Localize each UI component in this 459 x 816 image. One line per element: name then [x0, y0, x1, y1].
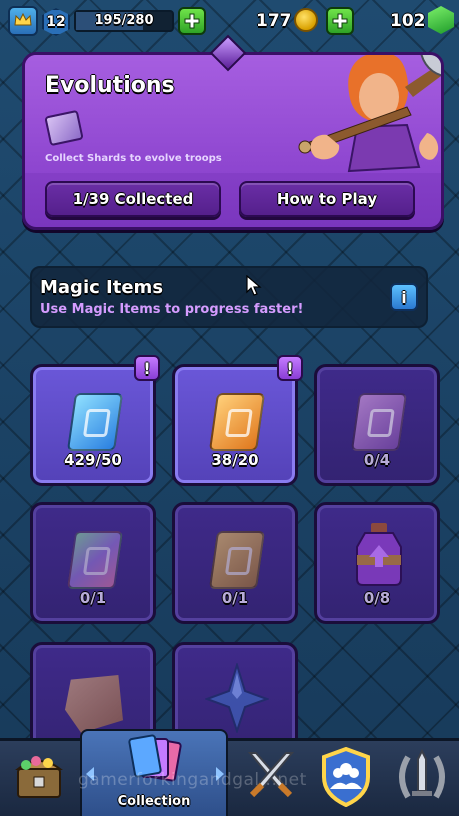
info-button[interactable]: i: [390, 283, 418, 311]
watermark-text: gamerforkingandgal...net: [78, 770, 307, 790]
evolutions-subtitle: Collect Shards to evolve troops: [45, 153, 222, 164]
xp-progress-text: 195/280: [94, 13, 154, 28]
magic-item-card-book-of-fortune[interactable]: 0/4: [314, 364, 440, 486]
gem-amount: 102: [390, 11, 426, 31]
xp-progress-bar: 195/280: [74, 10, 174, 32]
player-profile-button[interactable]: [8, 6, 38, 36]
magic-item-count: 429/50: [64, 451, 122, 469]
treasure-chest-icon: [15, 756, 63, 798]
magic-item-card-book-of-books[interactable]: 38/20: [172, 364, 298, 486]
valkyrie-character-art: [298, 55, 441, 173]
add-xp-button[interactable]: [178, 7, 206, 35]
magic-item-count: 0/8: [363, 589, 391, 607]
how-to-play-button[interactable]: How to Play: [239, 181, 415, 217]
evolutions-title: Evolutions: [45, 73, 175, 98]
info-icon: i: [401, 287, 407, 307]
wild-shard-icon: [65, 675, 123, 733]
plus-icon: [184, 13, 200, 29]
magic-item-count: 38/20: [211, 451, 259, 469]
collected-button[interactable]: 1/39 Collected: [45, 181, 221, 217]
magic-items-title: Magic Items: [40, 277, 164, 298]
nav-label-collection: Collection: [117, 794, 191, 809]
plus-icon: [332, 13, 348, 29]
nav-tab-events[interactable]: [384, 741, 459, 816]
magic-items-subtitle: Use Magic Items to progress faster!: [40, 302, 304, 317]
magic-item-count: 0/1: [79, 589, 107, 607]
gold-amount: 177: [256, 11, 292, 31]
gem-icon: [428, 6, 454, 34]
magic-item-card-book-of-gold[interactable]: 0/1: [172, 502, 298, 624]
crown-icon: [14, 13, 32, 26]
magic-item-card-book-of-rainbow[interactable]: 0/1: [30, 502, 156, 624]
nav-tab-shop[interactable]: [0, 741, 76, 816]
book-of-rainbow-icon: [66, 531, 124, 589]
magic-item-count: 0/1: [221, 589, 249, 607]
clan-shield-icon: [322, 747, 370, 807]
book-of-fortune-icon: [350, 393, 408, 451]
elixir-bottle-icon: [356, 523, 402, 586]
alert-badge: !: [134, 355, 160, 381]
add-gold-button[interactable]: [326, 7, 354, 35]
book-of-cards-icon: [66, 393, 124, 451]
mouse-cursor-icon: [246, 275, 262, 296]
magic-item-card-book-of-cards[interactable]: 429/50: [30, 364, 156, 486]
book-of-gold-icon: [208, 531, 266, 589]
nav-tab-social[interactable]: [308, 741, 384, 816]
player-level-badge: 12: [42, 8, 70, 36]
laurel-sword-icon: [399, 748, 445, 799]
book-of-books-icon: [208, 393, 266, 451]
magic-item-count: 0/4: [363, 451, 391, 469]
alert-badge: !: [277, 355, 303, 381]
magic-items-header: Magic Items Use Magic Items to progress …: [30, 266, 428, 328]
gold-coin-icon: [294, 8, 318, 32]
star-shard-icon: [205, 663, 269, 733]
magic-item-card-elixir-bottle[interactable]: 0/8: [314, 502, 440, 624]
evolutions-panel: Evolutions Collect Shards to evolve troo…: [22, 52, 444, 230]
